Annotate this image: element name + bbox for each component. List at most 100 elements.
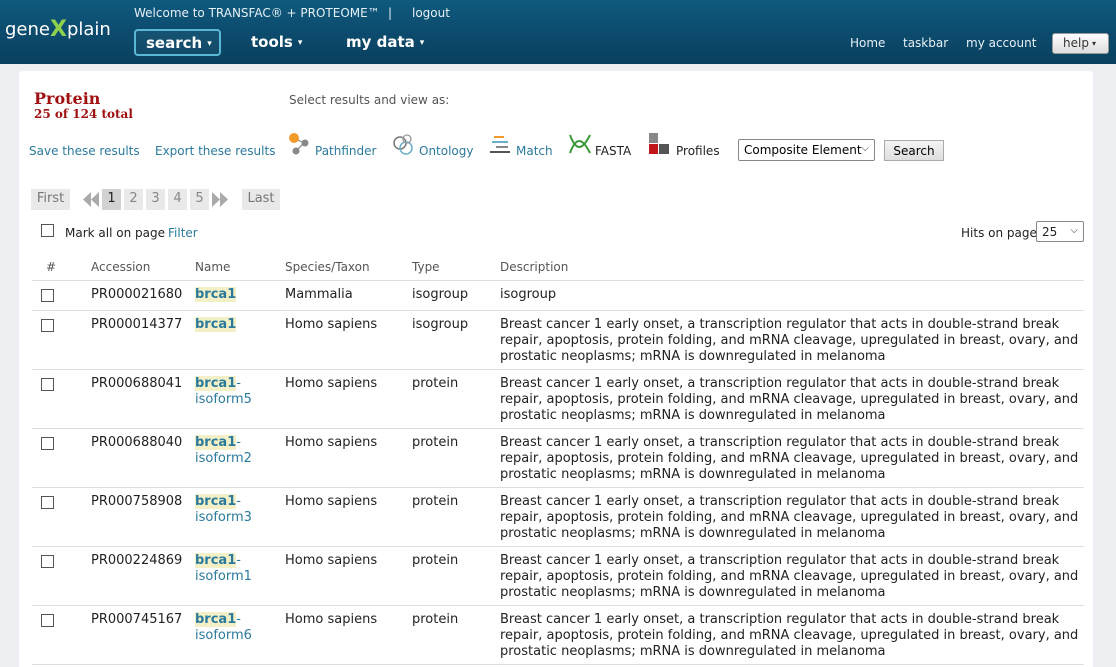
logout-link[interactable]: logout [412, 6, 450, 20]
profiles-label: Profiles [676, 144, 720, 158]
my-account-link[interactable]: my account [966, 36, 1036, 50]
col-header-type[interactable]: Type [412, 260, 440, 274]
logo-text-left: gene [5, 19, 50, 40]
pager-first-button[interactable]: First [31, 189, 70, 210]
pager-page-5[interactable]: 5 [190, 189, 209, 210]
search-button[interactable]: Search [884, 140, 944, 161]
row-name-link[interactable]: brca1-isoform3 [195, 494, 257, 526]
row-divider [32, 664, 1084, 665]
pager-page-1[interactable]: 1 [102, 189, 121, 210]
row-name-match: brca1 [195, 317, 237, 332]
row-name-link[interactable]: brca1-isoform2 [195, 435, 257, 467]
welcome-text: Welcome to TRANSFAC® + PROTEOME™ [134, 6, 380, 20]
row-species: Mammalia [285, 287, 353, 302]
row-divider [32, 428, 1084, 429]
row-name-link[interactable]: brca1 [195, 287, 237, 303]
fasta-icon [569, 134, 591, 154]
pathfinder-icon [289, 133, 309, 155]
nav-tools-menu[interactable]: tools ▾ [251, 33, 302, 51]
row-divider [32, 605, 1084, 606]
row-species: Homo sapiens [285, 376, 378, 391]
row-accession: PR000021680 [91, 287, 183, 302]
chevron-down-icon: ▾ [1091, 39, 1096, 48]
home-link[interactable]: Home [850, 36, 885, 50]
row-checkbox[interactable] [41, 614, 54, 627]
row-accession: PR000014377 [91, 317, 183, 332]
row-name-match: brca1 [195, 435, 237, 450]
row-accession: PR000688040 [91, 435, 183, 450]
row-accession: PR000224869 [91, 553, 183, 568]
row-name-match: brca1 [195, 494, 237, 509]
row-species: Homo sapiens [285, 435, 378, 450]
export-results-link[interactable]: Export these results [155, 144, 275, 158]
chevron-down-icon: ⌵ [1070, 225, 1078, 236]
mark-all-checkbox[interactable] [41, 224, 54, 237]
row-checkbox[interactable] [41, 319, 54, 332]
row-name-link[interactable]: brca1-isoform6 [195, 612, 257, 644]
row-checkbox[interactable] [41, 496, 54, 509]
row-accession: PR000758908 [91, 494, 183, 509]
composite-element-value: Composite Element [744, 143, 862, 157]
row-name-match: brca1 [195, 553, 237, 568]
row-name-match: brca1 [195, 287, 237, 302]
genexplain-logo[interactable]: geneXplain [5, 16, 111, 42]
chevron-down-icon: ▾ [419, 38, 425, 48]
col-header-num: # [46, 260, 57, 274]
match-icon [490, 136, 510, 153]
header-divider [32, 280, 1084, 281]
row-checkbox[interactable] [41, 378, 54, 391]
pager-last-button[interactable]: Last [242, 189, 280, 210]
composite-element-select[interactable]: Composite Element ⌵ [738, 139, 875, 161]
chevron-down-icon: ▾ [207, 39, 212, 49]
row-accession: PR000745167 [91, 612, 183, 627]
pager-page-2[interactable]: 2 [124, 189, 143, 210]
row-type: protein [412, 553, 459, 568]
row-divider [32, 369, 1084, 370]
help-label: help [1063, 36, 1089, 50]
col-header-accession[interactable]: Accession [91, 260, 150, 274]
row-description: Breast cancer 1 early onset, a transcrip… [500, 612, 1079, 659]
fasta-label: FASTA [595, 144, 632, 158]
nav-mydata-menu[interactable]: my data ▾ [346, 33, 424, 51]
pager-next-icon[interactable] [212, 192, 228, 207]
hits-per-page-select[interactable]: 25 ⌵ [1036, 221, 1084, 242]
pager-prev-icon[interactable] [83, 192, 99, 207]
col-header-name[interactable]: Name [195, 260, 230, 274]
row-description: Breast cancer 1 early onset, a transcrip… [500, 553, 1079, 600]
select-view-label: Select results and view as: [289, 93, 450, 107]
pager-page-3[interactable]: 3 [146, 189, 165, 210]
row-checkbox[interactable] [41, 555, 54, 568]
row-checkbox[interactable] [41, 289, 54, 302]
pager-page-4[interactable]: 4 [168, 189, 187, 210]
row-name-link[interactable]: brca1 [195, 317, 237, 333]
row-divider [32, 546, 1084, 547]
row-description: Breast cancer 1 early onset, a transcrip… [500, 494, 1079, 541]
pathfinder-label: Pathfinder [315, 144, 377, 158]
row-species: Homo sapiens [285, 494, 378, 509]
row-description: Breast cancer 1 early onset, a transcrip… [500, 317, 1079, 364]
row-checkbox[interactable] [41, 437, 54, 450]
row-description: Breast cancer 1 early onset, a transcrip… [500, 435, 1079, 482]
nav-tools-label: tools [251, 33, 293, 51]
nav-search-menu[interactable]: search ▾ [134, 29, 221, 56]
profiles-icon [649, 133, 669, 154]
header-separator: | [388, 6, 393, 20]
filter-link[interactable]: Filter [168, 226, 198, 240]
hits-per-page-value: 25 [1042, 225, 1058, 239]
col-header-species[interactable]: Species/Taxon [285, 260, 370, 274]
col-header-description: Description [500, 260, 569, 274]
row-name-link[interactable]: brca1-isoform1 [195, 553, 257, 585]
row-species: Homo sapiens [285, 317, 378, 332]
top-bar: geneXplain Welcome to TRANSFAC® + PROTEO… [0, 0, 1116, 64]
taskbar-link[interactable]: taskbar [903, 36, 948, 50]
row-type: isogroup [412, 287, 469, 302]
nav-search-label: search [146, 34, 203, 52]
help-button[interactable]: help ▾ [1052, 33, 1109, 54]
mark-all-label: Mark all on page [65, 226, 165, 240]
page-title: Protein [34, 89, 101, 108]
chevron-down-icon: ⌵ [861, 143, 869, 154]
row-type: protein [412, 494, 459, 509]
row-name-link[interactable]: brca1-isoform5 [195, 376, 257, 408]
row-type: isogroup [412, 317, 469, 332]
save-results-link[interactable]: Save these results [29, 144, 140, 158]
